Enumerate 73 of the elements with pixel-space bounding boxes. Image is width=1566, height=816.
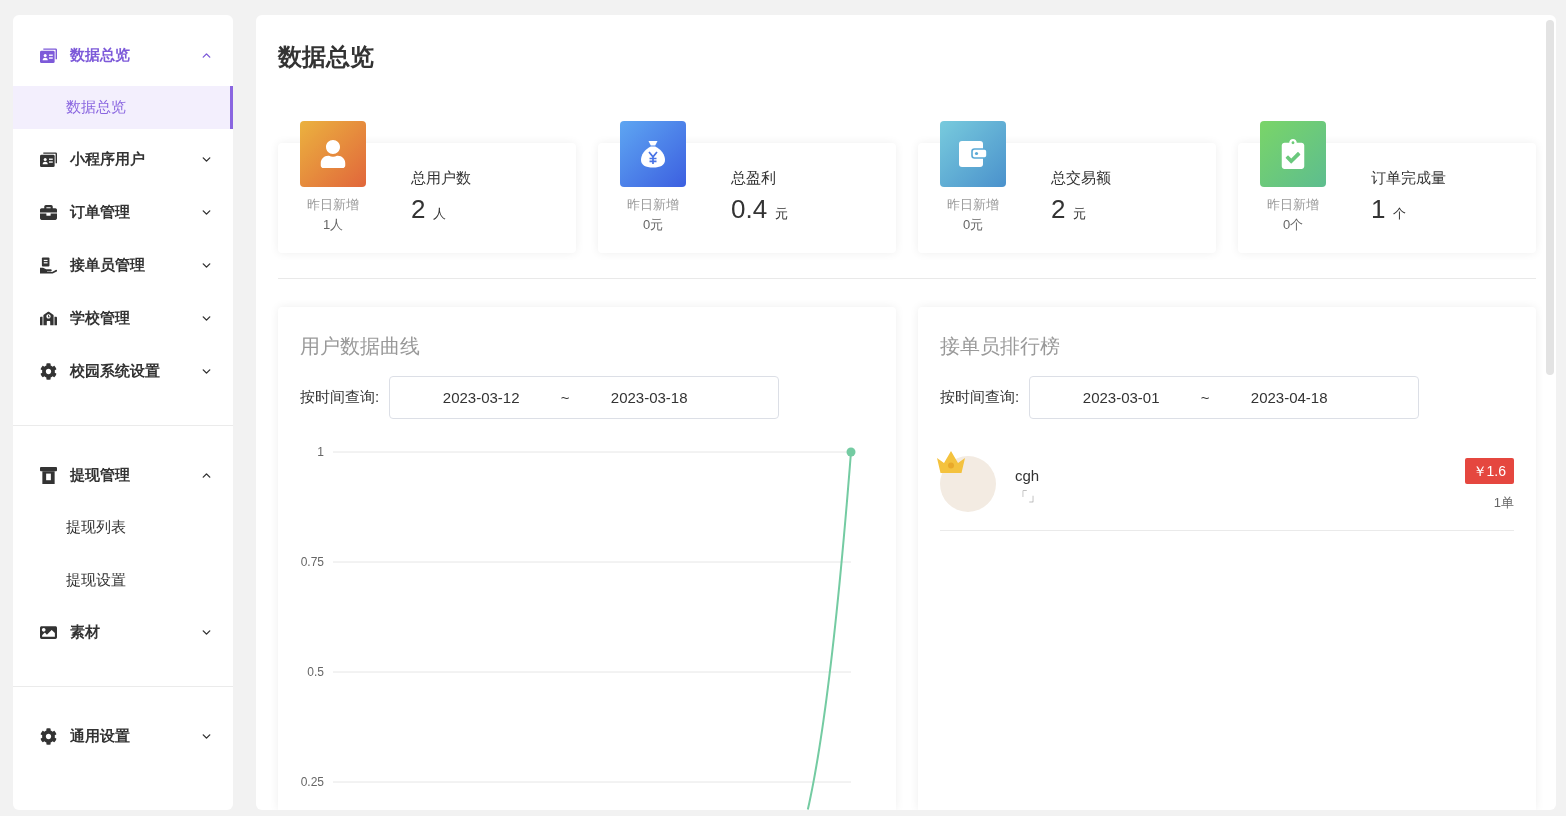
menu-group[interactable]: 通用设置 (13, 710, 233, 763)
yesterday-value: 0元 (642, 216, 664, 234)
menu-group[interactable]: 数据总览 (13, 29, 233, 82)
range-separator: ~ (560, 389, 570, 406)
stat-title: 总盈利 (731, 168, 776, 188)
stat-value: 2 (411, 193, 426, 225)
stat-value: 2 (1051, 193, 1066, 225)
menu-group-label: 校园系统设置 (70, 362, 161, 381)
yesterday-label: 昨日新增 (1267, 196, 1319, 214)
query-label: 按时间查询: (940, 388, 1020, 407)
yesterday-value: 1人 (322, 216, 344, 234)
stat-title: 总用户数 (411, 168, 471, 188)
end-date-input[interactable]: 2023-04-18 (1250, 389, 1328, 406)
y-axis-label: 0.25 (300, 775, 324, 789)
menu-group-label: 提现管理 (70, 466, 131, 485)
menu-group[interactable]: 订单管理 (13, 186, 233, 239)
menu-group[interactable]: 学校管理 (13, 292, 233, 345)
data-point (846, 447, 856, 457)
menu-group-label: 素材 (70, 623, 101, 642)
date-range-field[interactable]: 2023-03-01 ~ 2023-04-18 (1029, 376, 1420, 419)
settings-icon (40, 728, 57, 745)
id-card-icon (40, 47, 57, 64)
menu-group[interactable]: 小程序用户 (13, 133, 233, 186)
menu-group-label: 接单员管理 (70, 256, 146, 275)
menu-group-label: 通用设置 (70, 727, 131, 746)
end-date-input[interactable]: 2023-03-18 (610, 389, 688, 406)
y-axis-label: 0.5 (307, 665, 324, 679)
order-count: 1单 (1493, 494, 1514, 512)
menu-group-label: 订单管理 (70, 203, 131, 222)
image-icon (40, 624, 57, 641)
yesterday-value: 0个 (1282, 216, 1304, 234)
hand-document-icon (40, 257, 57, 274)
start-date-input[interactable]: 2023-03-01 (1082, 389, 1160, 406)
yesterday-label: 昨日新增 (307, 196, 359, 214)
scrollbar-thumb[interactable] (1546, 20, 1554, 375)
stat-title: 订单完成量 (1371, 168, 1446, 188)
menu-group[interactable]: 校园系统设置 (13, 345, 233, 398)
stat-unit: 元 (1073, 205, 1087, 223)
menu-item[interactable]: 提现设置 (13, 559, 233, 602)
menu-item[interactable]: 数据总览 (13, 86, 233, 129)
menu-group-label: 小程序用户 (70, 150, 146, 169)
ranker-name: cgh (1015, 466, 1040, 486)
school-icon (40, 310, 57, 327)
amount-badge: ￥1.6 (1464, 458, 1514, 484)
range-separator: ~ (1200, 389, 1210, 406)
yesterday-label: 昨日新增 (627, 196, 679, 214)
stat-unit: 人 (433, 205, 447, 223)
stat-title: 总交易额 (1051, 168, 1111, 188)
start-date-input[interactable]: 2023-03-12 (442, 389, 520, 406)
briefcase-icon (40, 204, 57, 221)
menu-item[interactable]: 提现列表 (13, 506, 233, 549)
stat-value: 0.4 (731, 193, 768, 225)
ranker-note: 「」 (1015, 488, 1041, 506)
date-range-field[interactable]: 2023-03-12 ~ 2023-03-18 (389, 376, 780, 419)
menu-group[interactable]: 素材 (13, 606, 233, 659)
menu-group-label: 学校管理 (70, 309, 131, 328)
card-title: 用户数据曲线 (300, 334, 420, 359)
y-axis-label: 1 (317, 445, 324, 459)
stat-unit: 元 (775, 205, 789, 223)
cash-machine-icon (40, 467, 57, 484)
settings-icon (40, 363, 57, 380)
query-label: 按时间查询: (300, 388, 380, 407)
yesterday-label: 昨日新增 (947, 196, 999, 214)
y-axis-label: 0.75 (300, 555, 324, 569)
page-title: 数据总览 (278, 42, 374, 72)
yesterday-value: 0元 (962, 216, 984, 234)
menu-group-label: 数据总览 (70, 46, 131, 65)
stat-unit: 个 (1393, 205, 1407, 223)
id-card-icon (40, 151, 57, 168)
menu-group[interactable]: 接单员管理 (13, 239, 233, 292)
card-title: 接单员排行榜 (940, 334, 1060, 359)
stat-value: 1 (1371, 193, 1386, 225)
menu-group[interactable]: 提现管理 (13, 449, 233, 502)
